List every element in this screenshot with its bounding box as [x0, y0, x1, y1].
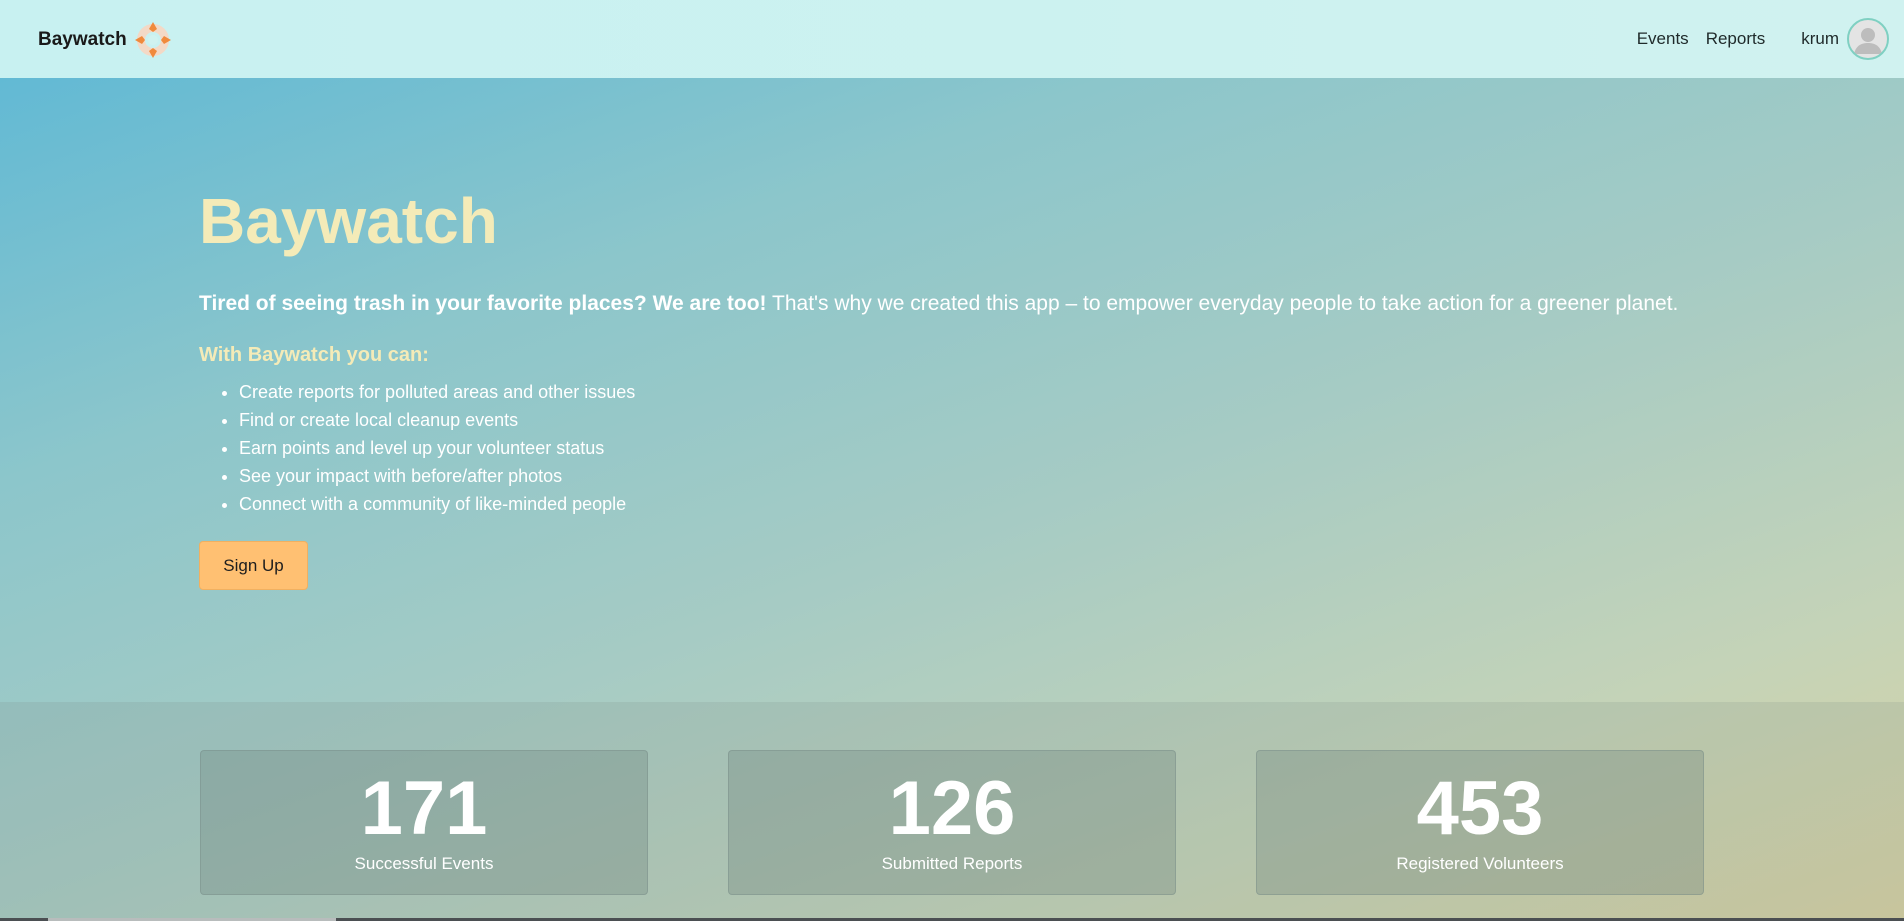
top-navbar: Baywatch Events Reports krum — [0, 0, 1904, 78]
main-nav: Events Reports krum — [1637, 0, 1904, 78]
feature-item: Connect with a community of like-minded … — [239, 490, 635, 518]
hero-tagline: Tired of seeing trash in your favorite p… — [199, 290, 1678, 318]
stat-value: 453 — [1416, 766, 1544, 851]
brand-home-link[interactable]: Baywatch — [38, 20, 173, 60]
stat-card-reports: 126 Submitted Reports — [728, 750, 1176, 895]
lifebuoy-icon — [134, 22, 171, 58]
avatar-silhouette-icon — [1854, 28, 1882, 54]
stat-card-volunteers: 453 Registered Volunteers — [1256, 750, 1704, 895]
stat-value: 171 — [360, 766, 488, 851]
stat-label: Successful Events — [354, 854, 494, 873]
brand-name: Baywatch — [38, 29, 127, 50]
hero-title: Baywatch — [199, 185, 498, 257]
hero-tagline-bold: Tired of seeing trash in your favorite p… — [199, 292, 767, 315]
sign-up-button[interactable]: Sign Up — [199, 541, 308, 590]
features-title: With Baywatch you can: — [199, 344, 429, 366]
stat-label: Registered Volunteers — [1396, 854, 1564, 873]
user-avatar-icon[interactable] — [1847, 18, 1889, 60]
feature-item: See your impact with before/after photos — [239, 462, 635, 490]
hero-tagline-rest: That's why we created this app – to empo… — [766, 292, 1679, 315]
stat-label: Submitted Reports — [881, 854, 1023, 873]
feature-item: Earn points and level up your volunteer … — [239, 434, 635, 462]
stat-card-events: 171 Successful Events — [200, 750, 648, 895]
feature-item: Find or create local cleanup events — [239, 406, 635, 434]
nav-events-link[interactable]: Events — [1637, 29, 1689, 49]
username: krum — [1801, 29, 1839, 48]
user-menu[interactable]: krum — [1801, 18, 1889, 60]
feature-item: Create reports for polluted areas and ot… — [239, 378, 635, 406]
stat-value: 126 — [888, 766, 1016, 851]
nav-reports-link[interactable]: Reports — [1706, 29, 1766, 49]
features-list: Create reports for polluted areas and ot… — [199, 378, 635, 518]
